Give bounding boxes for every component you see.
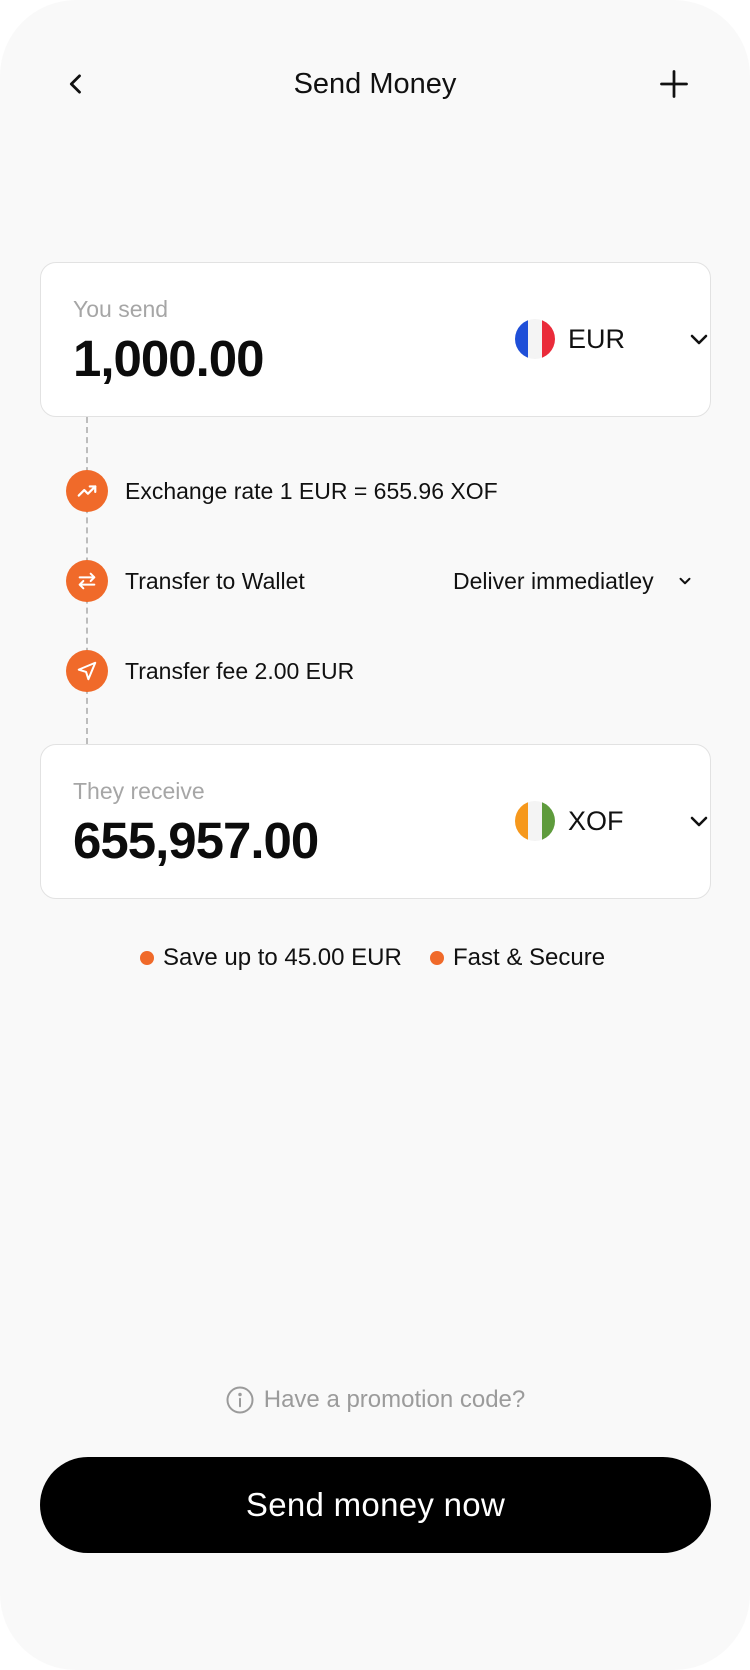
bullet-dot xyxy=(430,951,444,965)
plus-icon xyxy=(660,70,688,98)
swap-arrows-icon xyxy=(66,560,108,602)
delivery-speed-select[interactable]: Deliver immediatley xyxy=(453,560,713,602)
receive-currency-code: XOF xyxy=(568,806,624,836)
exchange-rate-row: Exchange rate 1 EUR = 655.96 XOF xyxy=(66,470,706,512)
receive-label: They receive xyxy=(73,778,205,804)
transfer-method-row: Transfer to Wallet Deliver immediatley xyxy=(66,560,706,602)
send-money-button[interactable]: Send money now xyxy=(40,1457,711,1553)
flag-stripe xyxy=(515,801,529,841)
receive-currency-select[interactable]: XOF xyxy=(515,797,708,845)
flag-stripe xyxy=(528,801,542,841)
send-amount-card: You send EUR xyxy=(40,262,711,417)
ivory-coast-flag-icon xyxy=(515,801,555,841)
feature-label: Fast & Secure xyxy=(453,944,606,971)
send-amount-input[interactable] xyxy=(73,327,473,391)
chevron-down-icon xyxy=(690,334,708,345)
france-flag-icon xyxy=(515,319,555,359)
info-icon xyxy=(226,1386,254,1414)
send-label: You send xyxy=(73,296,169,322)
transfer-fee-text: Transfer fee 2.00 EUR xyxy=(125,658,355,684)
receive-amount-card: They receive XOF xyxy=(40,744,711,899)
send-currency-code: EUR xyxy=(568,324,626,354)
flag-stripe xyxy=(528,319,542,359)
chevron-down-icon xyxy=(690,816,708,827)
feature-save: Save up to 45.00 EUR xyxy=(140,940,402,976)
send-arrow-icon xyxy=(66,650,108,692)
trending-up-icon xyxy=(66,470,108,512)
page-title: Send Money xyxy=(293,68,457,100)
add-button[interactable] xyxy=(646,56,702,112)
flag-stripe xyxy=(541,319,555,359)
flag-stripe xyxy=(541,801,555,841)
send-currency-select[interactable]: EUR xyxy=(515,315,708,363)
chevron-down-icon xyxy=(679,577,691,585)
send-money-screen: Send Money You send EUR xyxy=(0,0,750,1670)
transfer-fee-row: Transfer fee 2.00 EUR xyxy=(66,650,706,692)
feature-label: Save up to 45.00 EUR xyxy=(163,944,402,971)
exchange-rate-text: Exchange rate 1 EUR = 655.96 XOF xyxy=(125,478,498,504)
feature-fast-secure: Fast & Secure xyxy=(430,940,605,976)
delivery-speed-label: Deliver immediatley xyxy=(453,568,654,594)
flag-stripe xyxy=(515,319,529,359)
bullet-dot xyxy=(140,951,154,965)
receive-amount-input[interactable] xyxy=(73,809,473,873)
transfer-method-text: Transfer to Wallet xyxy=(125,568,305,594)
promo-code-text: Have a promotion code? xyxy=(263,1386,526,1413)
promo-code-link[interactable]: Have a promotion code? xyxy=(0,1380,750,1420)
